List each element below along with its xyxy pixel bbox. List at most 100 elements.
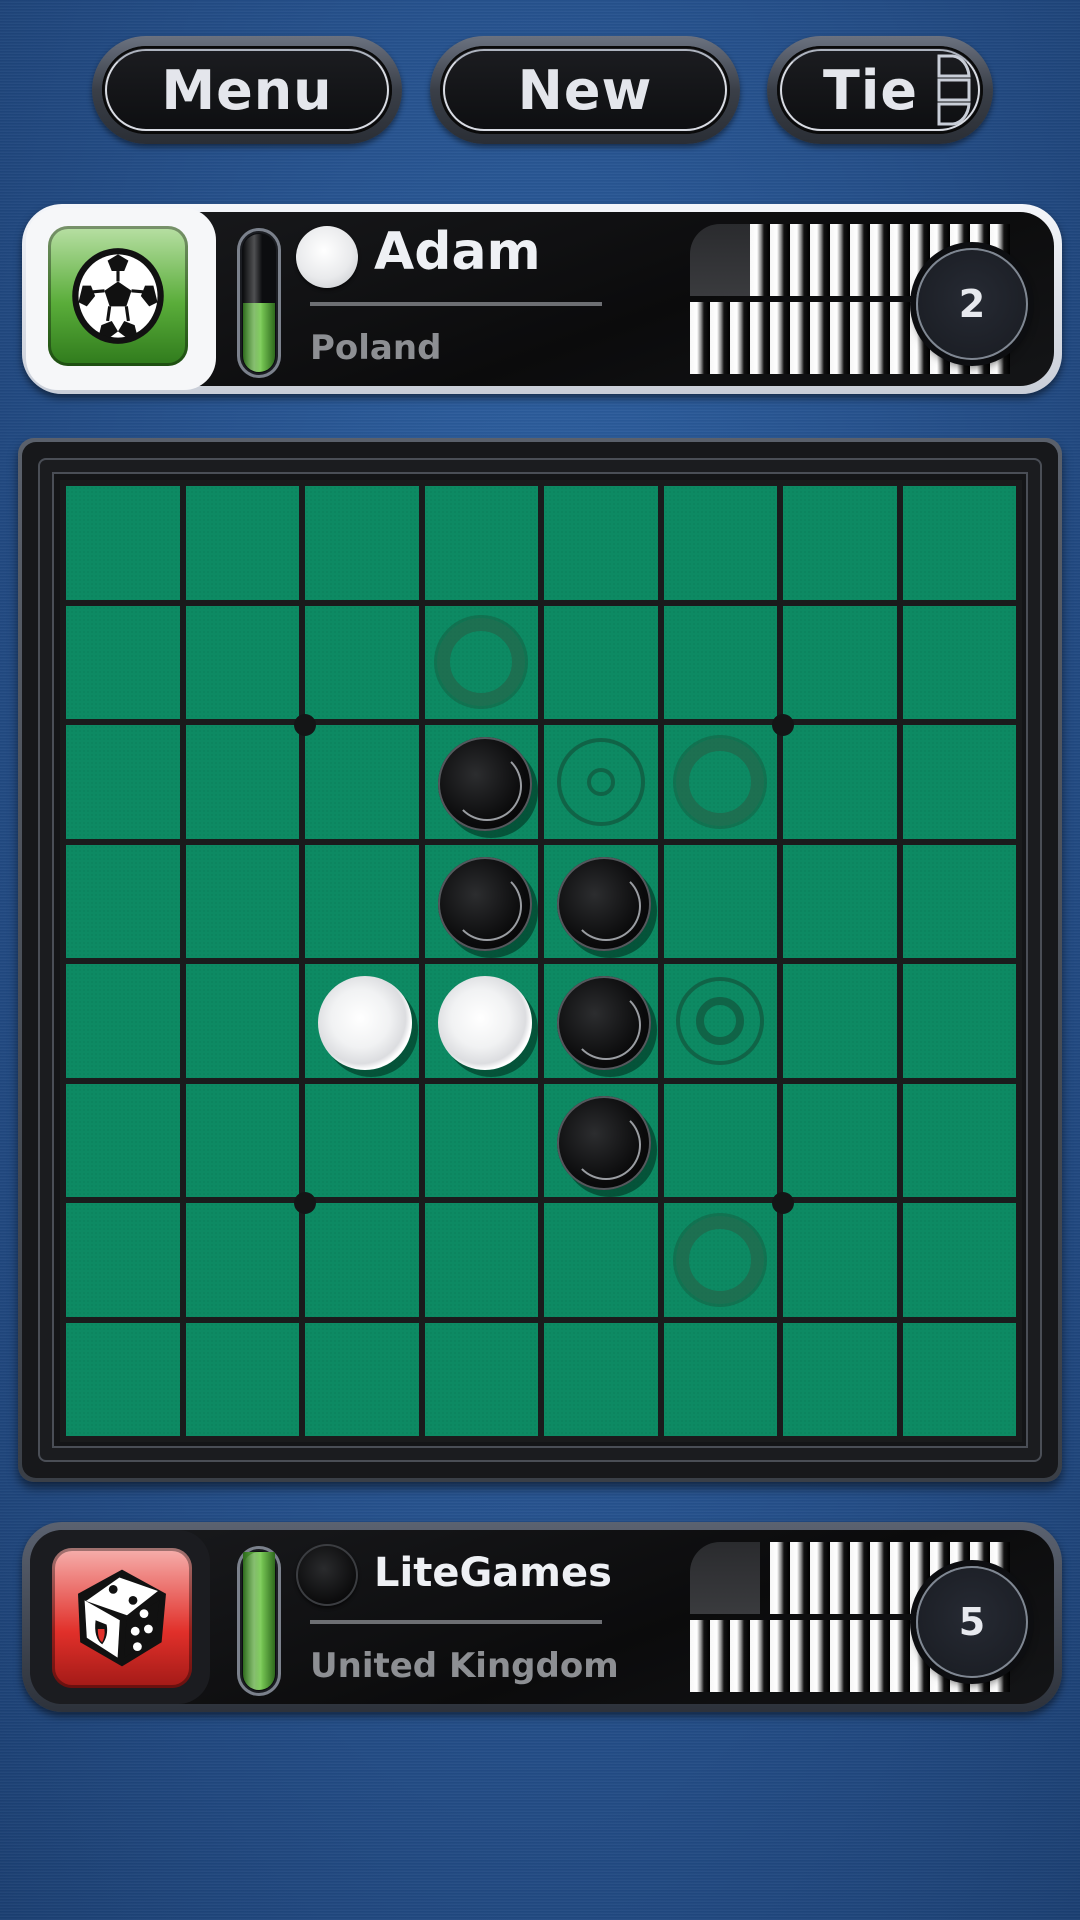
opponent-timer-gauge xyxy=(237,1546,281,1696)
board-cell-1-0[interactable] xyxy=(66,605,180,719)
stacked-disc xyxy=(870,224,890,296)
stacked-disc xyxy=(850,224,870,296)
stacked-disc xyxy=(830,1542,850,1614)
board-cell-0-2[interactable] xyxy=(305,486,419,600)
move-hint-icon[interactable] xyxy=(437,618,526,707)
tie-button[interactable]: Tie xyxy=(767,36,993,144)
board-cell-6-2[interactable] xyxy=(305,1203,419,1317)
board-cell-4-3[interactable] xyxy=(424,964,538,1078)
board-cell-4-7[interactable] xyxy=(902,964,1016,1078)
board-cell-2-3[interactable] xyxy=(424,725,538,839)
white-disc xyxy=(318,976,412,1070)
divider xyxy=(310,302,602,306)
menu-button[interactable]: Menu xyxy=(92,36,402,144)
board-cell-4-5[interactable] xyxy=(663,964,777,1078)
black-disc xyxy=(557,1095,651,1190)
board-cell-3-3[interactable] xyxy=(424,844,538,958)
black-disc xyxy=(557,976,651,1070)
stacked-disc xyxy=(830,224,850,296)
board-cell-6-3[interactable] xyxy=(424,1203,538,1317)
board-cell-7-0[interactable] xyxy=(66,1322,180,1436)
board-cell-2-4[interactable] xyxy=(544,725,658,839)
player-name: Adam xyxy=(374,222,541,282)
board-cell-3-4[interactable] xyxy=(544,844,658,958)
board-cell-4-1[interactable] xyxy=(185,964,299,1078)
board-cell-7-2[interactable] xyxy=(305,1322,419,1436)
board-cell-2-6[interactable] xyxy=(783,725,897,839)
board-cell-3-7[interactable] xyxy=(902,844,1016,958)
new-game-button-label: New xyxy=(517,58,653,122)
opponent-country: United Kingdom xyxy=(310,1646,619,1686)
board-cell-4-4[interactable] xyxy=(544,964,658,1078)
board-cell-5-4[interactable] xyxy=(544,1083,658,1197)
board-cell-7-5[interactable] xyxy=(663,1322,777,1436)
board-cell-1-4[interactable] xyxy=(544,605,658,719)
board-cell-2-5[interactable] xyxy=(663,725,777,839)
opponent-disc-color-icon xyxy=(296,1544,358,1606)
board-cell-2-7[interactable] xyxy=(902,725,1016,839)
board-cell-1-5[interactable] xyxy=(663,605,777,719)
board-cell-5-5[interactable] xyxy=(663,1083,777,1197)
board-cell-6-7[interactable] xyxy=(902,1203,1016,1317)
move-hint-icon[interactable] xyxy=(676,737,765,826)
board-cell-4-2[interactable] xyxy=(305,964,419,1078)
move-hint-icon[interactable] xyxy=(556,737,645,826)
board-cell-5-6[interactable] xyxy=(783,1083,897,1197)
board-cell-2-1[interactable] xyxy=(185,725,299,839)
opponent-avatar[interactable] xyxy=(52,1548,192,1688)
stacked-disc xyxy=(790,1542,810,1614)
board-cell-7-6[interactable] xyxy=(783,1322,897,1436)
stacked-disc xyxy=(790,224,810,296)
board-cell-7-7[interactable] xyxy=(902,1322,1016,1436)
board-cell-6-6[interactable] xyxy=(783,1203,897,1317)
board-cell-0-3[interactable] xyxy=(424,486,538,600)
board-cell-5-3[interactable] xyxy=(424,1083,538,1197)
board-cell-0-7[interactable] xyxy=(902,486,1016,600)
black-disc xyxy=(437,856,532,951)
stacked-disc xyxy=(890,1620,910,1692)
board-cell-7-4[interactable] xyxy=(544,1322,658,1436)
board-cell-6-0[interactable] xyxy=(66,1203,180,1317)
stacked-disc xyxy=(790,1620,810,1692)
board-cell-3-2[interactable] xyxy=(305,844,419,958)
board-cell-2-2[interactable] xyxy=(305,725,419,839)
move-hint-icon[interactable] xyxy=(676,1215,765,1304)
board-cell-3-5[interactable] xyxy=(663,844,777,958)
player-panel: Adam Poland 2 xyxy=(22,204,1062,394)
stacked-disc xyxy=(890,302,910,374)
board-cell-7-3[interactable] xyxy=(424,1322,538,1436)
board-cell-7-1[interactable] xyxy=(185,1322,299,1436)
board-cell-4-0[interactable] xyxy=(66,964,180,1078)
board-cell-0-1[interactable] xyxy=(185,486,299,600)
board-cell-2-0[interactable] xyxy=(66,725,180,839)
new-game-button[interactable]: New xyxy=(430,36,740,144)
board-cell-3-6[interactable] xyxy=(783,844,897,958)
board-cell-5-1[interactable] xyxy=(185,1083,299,1197)
divider xyxy=(310,1620,602,1624)
game-board xyxy=(60,480,1022,1442)
board-cell-1-6[interactable] xyxy=(783,605,897,719)
board-cell-5-2[interactable] xyxy=(305,1083,419,1197)
board-cell-6-4[interactable] xyxy=(544,1203,658,1317)
board-cell-0-4[interactable] xyxy=(544,486,658,600)
board-cell-0-5[interactable] xyxy=(663,486,777,600)
board-cell-3-1[interactable] xyxy=(185,844,299,958)
board-cell-6-5[interactable] xyxy=(663,1203,777,1317)
board-cell-5-0[interactable] xyxy=(66,1083,180,1197)
board-cell-4-6[interactable] xyxy=(783,964,897,1078)
board-cell-0-0[interactable] xyxy=(66,486,180,600)
board-cell-1-2[interactable] xyxy=(305,605,419,719)
stacked-disc xyxy=(710,1620,730,1692)
board-cell-3-0[interactable] xyxy=(66,844,180,958)
stacked-disc xyxy=(830,302,850,374)
board-cell-1-1[interactable] xyxy=(185,605,299,719)
stacked-disc xyxy=(770,224,790,296)
board-cell-5-7[interactable] xyxy=(902,1083,1016,1197)
move-hint-icon[interactable] xyxy=(676,976,765,1065)
board-cell-0-6[interactable] xyxy=(783,486,897,600)
board-cell-1-3[interactable] xyxy=(424,605,538,719)
board-cell-6-1[interactable] xyxy=(185,1203,299,1317)
opponent-avatar-frame xyxy=(30,1530,210,1704)
player-avatar[interactable] xyxy=(48,226,188,366)
board-cell-1-7[interactable] xyxy=(902,605,1016,719)
